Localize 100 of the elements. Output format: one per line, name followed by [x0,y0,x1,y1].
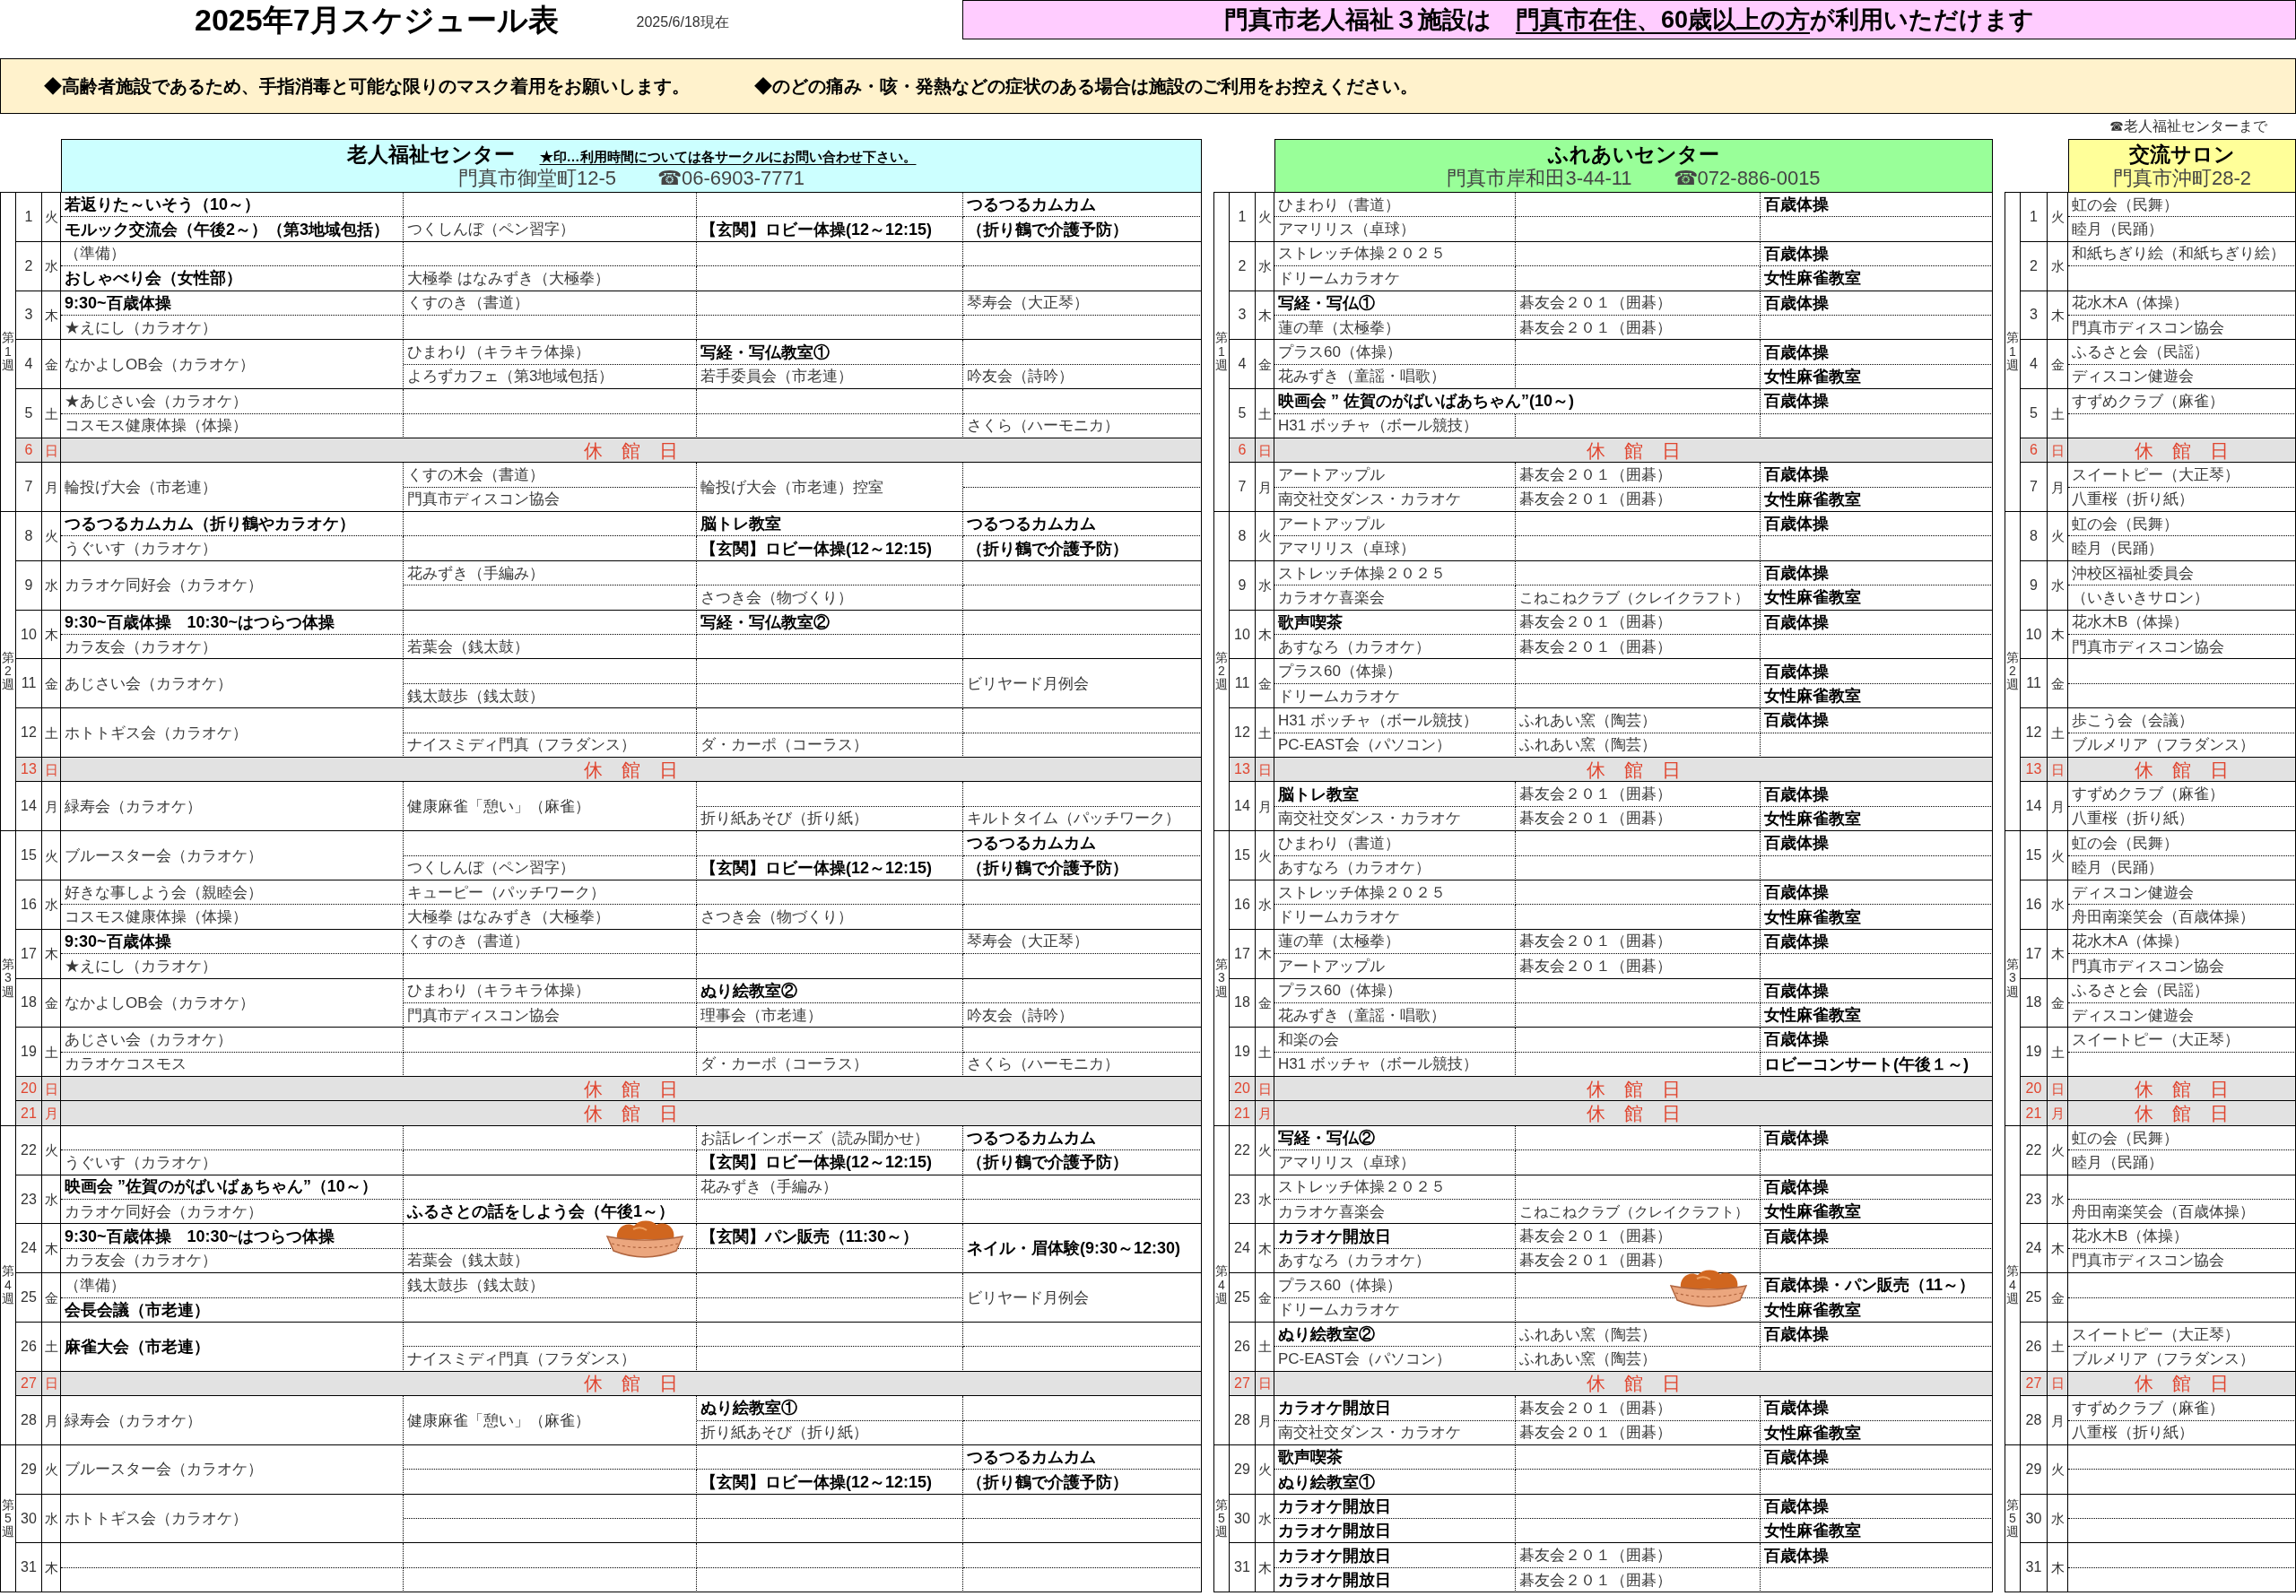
date-number: 1 [1238,209,1247,224]
event-name: つくしんぼ（ペン習字） [407,221,575,238]
event-name: 女性麻雀教室 [1764,270,1861,287]
event-name: 9:30~百歳体操 [65,294,171,311]
event-name: ドリームカラオケ [1278,688,1400,704]
date-number: 3 [24,308,33,323]
event-name: カラオケコスモス [65,1056,187,1072]
event-name: 百歳体操 [1764,613,1829,630]
event-name: ストレッチ体操２０２５ [1278,1179,1446,1195]
date-number: 24 [2025,1241,2042,1256]
date-number: 8 [24,528,33,543]
weekday-label: 木 [2050,1560,2065,1574]
event-name: 睦月（民踊） [2072,860,2163,876]
event-name: 百歳体操 [1764,516,1829,533]
weekday-label: 水 [44,578,58,593]
event-name: 女性麻雀教室 [1764,490,1861,507]
event-name: 緑寿会（カラオケ） [65,1412,202,1428]
event-name: ふれあい窯（陶芸） [1519,1326,1657,1342]
date-number: 17 [1234,946,1250,961]
event-name: ストレッチ体操２０２５ [1278,565,1446,581]
weekday-label: 水 [1257,898,1272,912]
event-name: ナイスミディ門真（フラダンス） [407,737,636,753]
notice-text: ◆高齢者施設であるため、手指消毒と可能な限りのマスク着用をお願いします。 [44,75,690,98]
event-name: 碁友会２０１（囲碁） [1519,811,1672,827]
event-name: 【玄関】ロビー体操(12～12:15) [700,1473,933,1490]
event-name: ドリームカラオケ [1278,909,1400,924]
event-name: 好きな事しよう会（親睦会） [65,884,263,900]
date-number: 18 [2025,995,2042,1011]
event-name: 百歳体操 [1764,663,1829,680]
event-name: 碁友会２０１（囲碁） [1519,1228,1672,1245]
event-name: ダ・カーポ（コーラス） [700,737,868,753]
event-name: つるつるカムカム [967,196,1096,213]
event-name: 百歳体操 [1764,932,1829,950]
weekday-label: 金 [2050,676,2065,690]
event-name: すずめクラブ（麻雀） [2072,786,2224,802]
event-name: アマリリス（卓球） [1278,1154,1415,1170]
weekday-label: 金 [44,676,58,690]
date-number: 23 [21,1192,37,1207]
date-number: 3 [2030,308,2038,323]
weekday-label: 日 [44,443,58,457]
event-name: 銭太鼓歩（銭太鼓） [407,688,544,704]
weekday-label: 木 [2050,628,2065,642]
event-name: 沖校区福祉委員会 [2072,565,2194,581]
date-number: 26 [1234,1339,1250,1354]
as-of-date: 2025/6/18現在 [636,13,729,31]
weekday-label: 木 [44,947,58,961]
date-number: 16 [1234,897,1250,912]
date-number: 4 [24,357,33,372]
event-name: 琴寿会（大正琴） [967,295,1089,311]
weekday-label: 土 [44,1340,58,1354]
weekday-label: 水 [2050,898,2065,912]
date-number: 21 [1234,1106,1250,1121]
address-text: 門真市御堂町12-5 [457,167,616,191]
event-name: 脳トレ教室 [1278,785,1359,802]
date-number: 15 [2025,848,2042,863]
date-number: 11 [21,676,37,691]
event-name: 百歳体操 [1764,196,1829,213]
event-name: 写経・写仏教室① [700,343,830,360]
event-name: ★あじさい会（カラオケ） [65,393,248,409]
event-name: カラオケ喜楽会 [1278,1203,1385,1219]
event-name: あすなろ（カラオケ） [1278,638,1431,655]
weekday-label: 金 [2050,357,2065,371]
event-name: 麻雀大会（市老連） [65,1338,210,1355]
event-name: 花みずき（手編み） [407,565,544,581]
weekday-label: 水 [44,1512,58,1526]
event-name: なかよしOB会（カラオケ） [65,994,255,1011]
event-name: ストレッチ体操２０２５ [1278,884,1446,900]
date-number: 1 [24,209,33,224]
weekday-label: 木 [1257,308,1272,322]
date-number: 8 [1238,528,1247,543]
usage-note: ★印…利用時間については各サークルにお問い合わせ下さい。 [539,147,917,166]
date-number: 12 [1234,725,1250,741]
weekday-label: 月 [44,1106,58,1121]
weekday-label: 日 [1257,1081,1272,1096]
date-number: 10 [1234,627,1250,642]
event-name: 花水木A（体操） [2072,295,2189,311]
event-name: （折り鶴で介護予防） [967,1473,1128,1490]
date-number: 6 [2030,443,2038,458]
date-number: 25 [1234,1290,1250,1305]
weekday-label: 水 [44,898,58,912]
weekday-label: 土 [1257,725,1272,740]
event-name: カラオケ同好会（カラオケ） [65,577,263,594]
date-number: 9 [2030,577,2038,593]
weekday-label: 金 [1257,1290,1272,1305]
event-name: （準備） [65,1277,126,1293]
date-number: 24 [21,1241,37,1256]
date-number: 19 [21,1045,37,1060]
event-name: ストレッチ体操２０２５ [1278,246,1446,262]
weekday-label: 木 [2050,308,2065,322]
event-name: ホトトギス会（カラオケ） [65,724,248,741]
event-name: ディスコン健遊会 [2072,369,2194,385]
weekday-label: 水 [1257,1512,1272,1526]
event-name: プラス60（体操） [1278,983,1402,999]
week-label: 第4週 [2,1264,14,1306]
date-number: 11 [2026,676,2041,691]
date-number: 7 [24,480,33,495]
event-name: くすの木会（書道） [407,467,544,482]
weekday-label: 月 [2050,799,2065,813]
event-name: ブルメリア（フラダンス） [2072,1351,2255,1367]
event-name: 百歳体操 [1764,1227,1829,1245]
